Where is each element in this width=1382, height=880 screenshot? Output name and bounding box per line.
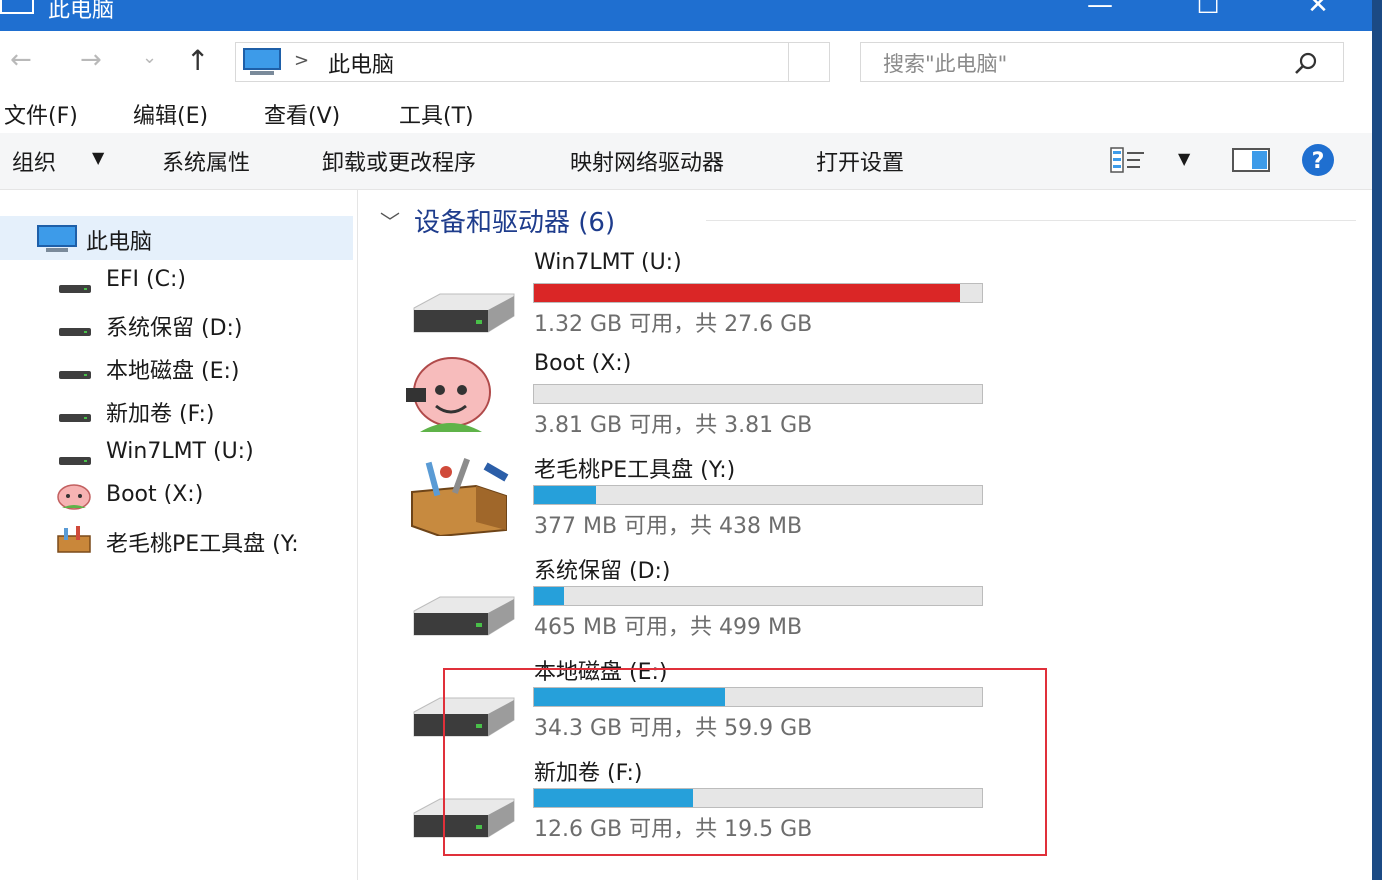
peach-icon xyxy=(406,357,491,432)
svg-text:?: ? xyxy=(1312,149,1325,174)
sidebar-item-label: 此电脑 xyxy=(86,230,153,255)
drive-usage-bar xyxy=(533,384,983,404)
breadcrumb-separator: > xyxy=(294,50,310,71)
system-properties-button[interactable]: 系统属性 xyxy=(162,145,250,177)
drive-icon xyxy=(58,452,92,466)
group-header[interactable]: 设备和驱动器 (6) xyxy=(414,202,615,239)
menu-edit[interactable]: 编辑(E) xyxy=(133,98,208,130)
drive-icon xyxy=(58,280,92,294)
desktop-edge xyxy=(1372,0,1382,880)
drive-icon xyxy=(58,323,92,337)
sidebar-item-new-volume[interactable]: 新加卷 (F:) xyxy=(106,396,215,428)
drive-space-info: 465 MB 可用，共 499 MB xyxy=(534,615,803,640)
drive-usage-bar xyxy=(533,586,983,606)
help-icon[interactable]: ? xyxy=(1298,143,1338,177)
address-divider xyxy=(788,43,789,81)
collapse-chevron-icon[interactable]: ﹀ xyxy=(380,206,400,235)
drive-icon xyxy=(58,409,92,423)
drive-usage-bar xyxy=(533,283,983,303)
sidebar-item-local-disk[interactable]: 本地磁盘 (E:) xyxy=(106,353,239,385)
breadcrumb[interactable]: 此电脑 xyxy=(328,47,394,79)
sidebar-item-laomaotao[interactable]: 老毛桃PE工具盘 (Y: xyxy=(106,526,299,558)
uninstall-program-button[interactable]: 卸载或更改程序 xyxy=(322,145,476,177)
organize-button[interactable]: 组织 xyxy=(12,145,56,177)
group-divider xyxy=(706,220,1356,221)
drive-space-info: 3.81 GB 可用，共 3.81 GB xyxy=(534,413,813,438)
drive-icon xyxy=(413,293,515,333)
address-bar[interactable]: > 此电脑 xyxy=(235,42,830,82)
minimize-button[interactable]: — xyxy=(1080,0,1120,20)
drive-icon xyxy=(413,596,515,636)
search-icon[interactable] xyxy=(1293,51,1319,75)
preview-pane-icon[interactable] xyxy=(1232,148,1270,172)
map-network-drive-button[interactable]: 映射网络驱动器 xyxy=(570,145,724,177)
computer-icon xyxy=(37,225,77,252)
drive-usage-fill xyxy=(534,486,597,504)
drive-usage-fill xyxy=(534,284,961,302)
drive-space-info: 1.32 GB 可用，共 27.6 GB xyxy=(534,312,813,337)
recent-locations-icon[interactable]: ⌄ xyxy=(142,47,157,68)
drive-name: 系统保留 (D:) xyxy=(534,559,671,584)
title-bar: 此电脑 — ☐ ✕ xyxy=(0,0,1372,31)
menu-file[interactable]: 文件(F) xyxy=(4,98,78,130)
toolbox-icon xyxy=(411,458,509,536)
drive-usage-fill xyxy=(534,587,565,605)
sidebar-item-boot[interactable]: Boot (X:) xyxy=(106,482,203,507)
drive-name: Boot (X:) xyxy=(534,351,632,376)
search-input[interactable]: 搜索"此电脑" xyxy=(883,48,1007,78)
computer-icon xyxy=(0,0,34,14)
menu-view[interactable]: 查看(V) xyxy=(264,98,340,130)
chevron-down-icon[interactable]: ▼ xyxy=(92,148,104,167)
highlight-annotation xyxy=(443,668,1047,856)
menu-tools[interactable]: 工具(T) xyxy=(399,98,474,130)
drive-icon xyxy=(58,366,92,380)
sidebar-item-efi[interactable]: EFI (C:) xyxy=(106,267,186,292)
computer-icon xyxy=(243,48,281,75)
back-arrow-icon[interactable]: ← xyxy=(10,45,32,75)
peach-icon xyxy=(57,484,91,510)
sidebar-item-win7lmt[interactable]: Win7LMT (U:) xyxy=(106,439,254,464)
view-options-icon[interactable] xyxy=(1110,146,1146,174)
open-settings-button[interactable]: 打开设置 xyxy=(816,145,904,177)
drive-space-info: 377 MB 可用，共 438 MB xyxy=(534,514,803,539)
drive-name: Win7LMT (U:) xyxy=(534,250,682,275)
drive-name: 老毛桃PE工具盘 (Y:) xyxy=(534,458,736,483)
up-arrow-icon[interactable]: ↑ xyxy=(186,44,209,77)
toolbox-icon xyxy=(57,526,91,553)
drive-usage-bar xyxy=(533,485,983,505)
search-box[interactable]: 搜索"此电脑" xyxy=(860,42,1344,82)
sidebar-item-system-reserved[interactable]: 系统保留 (D:) xyxy=(106,310,243,342)
maximize-button[interactable]: ☐ xyxy=(1188,0,1228,20)
forward-arrow-icon[interactable]: → xyxy=(80,45,102,75)
window-title: 此电脑 xyxy=(48,0,115,23)
close-button[interactable]: ✕ xyxy=(1298,0,1338,20)
view-dropdown-icon[interactable]: ▼ xyxy=(1178,149,1190,168)
